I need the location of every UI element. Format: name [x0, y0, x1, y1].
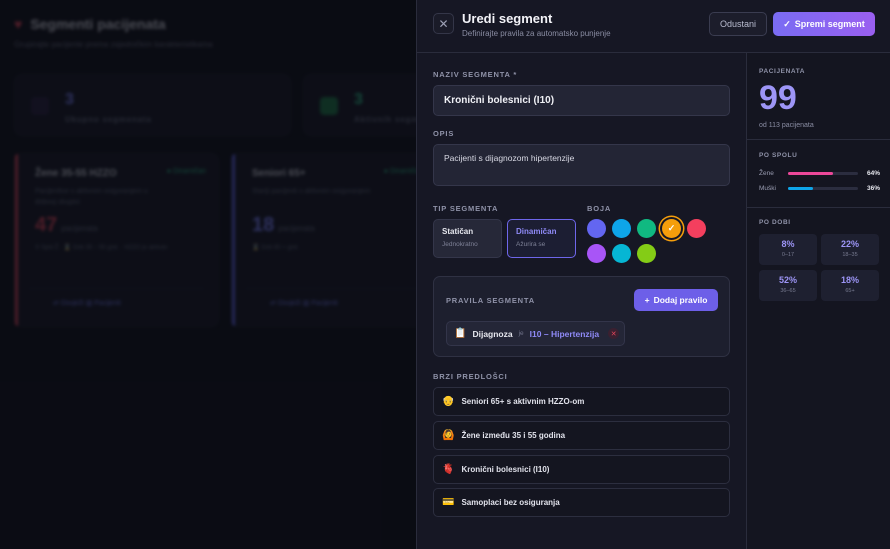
- patients-label: PACIJENATA: [759, 68, 806, 75]
- segment-name-input[interactable]: Kronični bolesnici (I10): [433, 85, 730, 116]
- color-swatch[interactable]: [587, 244, 606, 263]
- plus-icon: +: [644, 295, 650, 305]
- color-swatch[interactable]: ✓: [662, 219, 681, 238]
- quick-templates-label: BRZI PREDLOŠCI: [433, 372, 508, 381]
- heart-icon: 🫀: [442, 464, 455, 475]
- type-option-dynamic[interactable]: Dinamičan Ažurira se: [507, 219, 576, 258]
- panel-header: ✕ Uredi segment Definirajte pravila za a…: [417, 0, 890, 53]
- color-swatch[interactable]: [637, 244, 656, 263]
- rule-value: I10 – Hipertenzija: [529, 328, 600, 339]
- gender-bar-male: [788, 186, 814, 190]
- type-option-static[interactable]: Statičan Jednokratno: [433, 219, 502, 258]
- segment-description-textarea[interactable]: Pacijenti s dijagnozom hipertenzije: [433, 144, 730, 186]
- panel-subtitle: Definirajte pravila za automatsko punjen…: [462, 29, 611, 38]
- close-button[interactable]: ✕: [433, 13, 454, 34]
- name-label: NAZIV SEGMENTA *: [433, 70, 518, 79]
- color-swatch[interactable]: [587, 219, 606, 238]
- age-group-tile: 18% 65+: [821, 270, 879, 301]
- save-button[interactable]: ✓ Spremi segment: [773, 12, 875, 36]
- rule-chip: 📋 Dijagnoza je I10 – Hipertenzija ✕: [446, 321, 625, 346]
- segment-form: NAZIV SEGMENTA * Kronični bolesnici (I10…: [417, 53, 746, 549]
- cancel-button[interactable]: Odustani: [709, 12, 767, 36]
- segment-preview: PACIJENATA 99 od 113 pacijenata PO SPOLU…: [746, 53, 890, 549]
- description-label: OPIS: [433, 129, 455, 138]
- patient-total: od 113 pacijenata: [759, 122, 814, 129]
- type-label: TIP SEGMENTA: [433, 204, 499, 213]
- quick-template-item[interactable]: 🙆 Žene između 35 i 55 godina: [433, 421, 730, 450]
- check-icon: ✓: [783, 18, 791, 29]
- rule-field: Dijagnoza: [472, 328, 513, 339]
- close-icon: ✕: [438, 16, 449, 31]
- color-label: BOJA: [587, 204, 612, 213]
- quick-template-item[interactable]: 🫀 Kronični bolesnici (I10): [433, 455, 730, 484]
- gender-label: PO SPOLU: [759, 152, 798, 159]
- gender-bar-female: [788, 171, 833, 175]
- age-label: PO DOBI: [759, 219, 791, 226]
- segment-rules: PRAVILA SEGMENTA + Dodaj pravilo 📋 Dijagn…: [433, 276, 730, 357]
- patient-count: 99: [759, 79, 797, 117]
- card-icon: 💳: [442, 497, 455, 508]
- modal-backdrop[interactable]: [0, 0, 417, 549]
- woman-icon: 🙆: [442, 430, 455, 441]
- edit-segment-panel: ✕ Uredi segment Definirajte pravila za a…: [416, 0, 890, 549]
- check-icon: ✓: [667, 223, 676, 233]
- panel-title: Uredi segment: [462, 11, 553, 26]
- remove-rule-button[interactable]: ✕: [608, 328, 620, 339]
- quick-template-item[interactable]: 👴 Seniori 65+ s aktivnim HZZO-om: [433, 387, 730, 416]
- color-swatch[interactable]: [612, 244, 631, 263]
- color-swatch[interactable]: [687, 219, 706, 238]
- elderly-icon: 👴: [442, 396, 455, 407]
- color-swatch[interactable]: [612, 219, 631, 238]
- gender-row-female: Žene 64%: [759, 169, 880, 177]
- close-icon: ✕: [610, 330, 617, 338]
- rule-operator: je: [518, 330, 524, 337]
- color-swatch[interactable]: [637, 219, 656, 238]
- gender-row-male: Muški 36%: [759, 184, 880, 192]
- clipboard-icon: 📋: [454, 328, 467, 339]
- age-group-tile: 52% 36–65: [759, 270, 817, 301]
- quick-template-item[interactable]: 💳 Samoplaci bez osiguranja: [433, 488, 730, 517]
- age-group-tile: 22% 18–35: [821, 234, 879, 265]
- age-group-tile: 8% 0–17: [759, 234, 817, 265]
- rules-label: PRAVILA SEGMENTA: [446, 296, 535, 305]
- add-rule-button[interactable]: + Dodaj pravilo: [634, 289, 718, 311]
